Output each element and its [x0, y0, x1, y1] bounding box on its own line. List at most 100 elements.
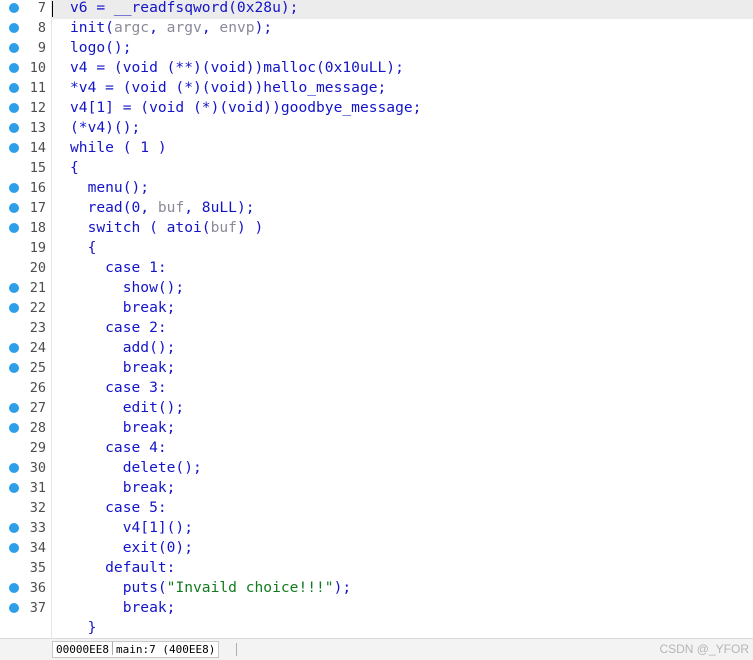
code-line[interactable]: 13 (*v4)();: [0, 119, 753, 139]
breakpoint-dot-icon[interactable]: [9, 523, 19, 533]
code-token: {: [70, 239, 97, 256]
code-line[interactable]: 8 init(argc, argv, envp);: [0, 19, 753, 39]
code-line[interactable]: 29 case 4:: [0, 439, 753, 459]
pseudocode-view[interactable]: 7 v6 = __readfsqword(0x28u); 8 init(argc, a…: [0, 0, 753, 638]
line-number: 7: [37, 0, 46, 16]
breakpoint-dot-icon[interactable]: [9, 423, 19, 433]
code-line[interactable]: 20 case 1:: [0, 259, 753, 279]
breakpoint-dot-icon[interactable]: [9, 23, 19, 33]
code-text: logo();: [70, 39, 132, 57]
breakpoint-dot-icon[interactable]: [9, 583, 19, 593]
code-token: ,: [149, 19, 167, 36]
line-number: 22: [29, 300, 46, 316]
code-token: case 3:: [70, 379, 167, 396]
breakpoint-dot-icon[interactable]: [9, 123, 19, 133]
code-text: v4[1] = (void (*)(void))goodbye_message;: [70, 99, 421, 117]
line-number: 37: [29, 600, 46, 616]
code-line[interactable]: 31 break;: [0, 479, 753, 499]
breakpoint-dot-icon[interactable]: [9, 43, 19, 53]
watermark-text: CSDN @_YFOR: [659, 642, 749, 656]
code-line[interactable]: 36 puts("Invaild choice!!!");: [0, 579, 753, 599]
code-text: v4[1]();: [70, 519, 193, 537]
code-text: break;: [70, 599, 176, 617]
line-number: 13: [29, 120, 46, 136]
code-line[interactable]: 23 case 2:: [0, 319, 753, 339]
line-number: 32: [29, 500, 46, 516]
code-text: case 5:: [70, 499, 167, 517]
line-number: 23: [29, 320, 46, 336]
code-token: show();: [70, 279, 185, 296]
breakpoint-dot-icon[interactable]: [9, 283, 19, 293]
code-token: read(0,: [70, 199, 158, 216]
code-line[interactable]: 10 v4 = (void (**)(void))malloc(0x10uLL);: [0, 59, 753, 79]
breakpoint-dot-icon[interactable]: [9, 223, 19, 233]
line-number: 14: [29, 140, 46, 156]
line-number: 29: [29, 440, 46, 456]
breakpoint-dot-icon[interactable]: [9, 403, 19, 413]
code-text: case 4:: [70, 439, 167, 457]
code-line[interactable]: 28 break;: [0, 419, 753, 439]
breakpoint-dot-icon[interactable]: [9, 343, 19, 353]
line-number: 15: [29, 160, 46, 176]
code-line[interactable]: 35 default:: [0, 559, 753, 579]
breakpoint-dot-icon[interactable]: [9, 483, 19, 493]
code-token: v6 = __readfsqword(0x28u);: [70, 0, 299, 16]
breakpoint-dot-icon[interactable]: [9, 3, 19, 13]
breakpoint-dot-icon[interactable]: [9, 203, 19, 213]
code-token: v4[1] = (void (*)(void))goodbye_message;: [70, 99, 422, 116]
code-line[interactable]: 15 {: [0, 159, 753, 179]
code-line[interactable]: 22 break;: [0, 299, 753, 319]
code-line[interactable]: 17 read(0, buf, 8uLL);: [0, 199, 753, 219]
breakpoint-dot-icon[interactable]: [9, 463, 19, 473]
code-token: while ( 1 ): [70, 139, 167, 156]
breakpoint-dot-icon[interactable]: [9, 103, 19, 113]
code-token: break;: [70, 599, 176, 616]
code-text: show();: [70, 279, 185, 297]
breakpoint-dot-icon[interactable]: [9, 143, 19, 153]
code-line[interactable]: 16 menu();: [0, 179, 753, 199]
code-line[interactable]: 32 case 5:: [0, 499, 753, 519]
breakpoint-dot-icon[interactable]: [9, 183, 19, 193]
code-line[interactable]: }: [0, 619, 753, 639]
breakpoint-dot-icon[interactable]: [9, 543, 19, 553]
code-token: break;: [70, 299, 176, 316]
code-line[interactable]: 21 show();: [0, 279, 753, 299]
status-divider: [236, 643, 237, 656]
code-line[interactable]: 34 exit(0);: [0, 539, 753, 559]
code-text: }: [70, 619, 97, 637]
code-line[interactable]: 7 v6 = __readfsqword(0x28u);: [0, 0, 753, 19]
code-line[interactable]: 37 break;: [0, 599, 753, 619]
code-token: case 5:: [70, 499, 167, 516]
line-number: 21: [29, 280, 46, 296]
code-token: break;: [70, 359, 176, 376]
code-line[interactable]: 11 *v4 = (void (*)(void))hello_message;: [0, 79, 753, 99]
breakpoint-dot-icon[interactable]: [9, 303, 19, 313]
code-text: menu();: [70, 179, 150, 197]
code-text: read(0, buf, 8uLL);: [70, 199, 255, 217]
code-text: break;: [70, 479, 176, 497]
code-text: delete();: [70, 459, 202, 477]
breakpoint-dot-icon[interactable]: [9, 63, 19, 73]
variable-token: argc: [113, 19, 150, 36]
code-token: default:: [70, 559, 176, 576]
code-line[interactable]: 27 edit();: [0, 399, 753, 419]
code-line[interactable]: 25 break;: [0, 359, 753, 379]
code-line[interactable]: 9 logo();: [0, 39, 753, 59]
code-token: break;: [70, 419, 176, 436]
code-line[interactable]: 18 switch ( atoi(buf) ): [0, 219, 753, 239]
breakpoint-dot-icon[interactable]: [9, 363, 19, 373]
code-text: init(argc, argv, envp);: [70, 19, 272, 37]
code-line[interactable]: 24 add();: [0, 339, 753, 359]
status-location-box[interactable]: 00000EE8 main:7 (400EE8): [52, 641, 220, 658]
code-line[interactable]: 14 while ( 1 ): [0, 139, 753, 159]
breakpoint-dot-icon[interactable]: [9, 603, 19, 613]
code-line[interactable]: 26 case 3:: [0, 379, 753, 399]
breakpoint-dot-icon[interactable]: [9, 83, 19, 93]
code-line[interactable]: 19 {: [0, 239, 753, 259]
code-text: exit(0);: [70, 539, 193, 557]
code-token: v4 = (void (**)(void))malloc(0x10uLL);: [70, 59, 404, 76]
code-line[interactable]: 33 v4[1]();: [0, 519, 753, 539]
code-text: add();: [70, 339, 176, 357]
code-line[interactable]: 12 v4[1] = (void (*)(void))goodbye_messag…: [0, 99, 753, 119]
code-line[interactable]: 30 delete();: [0, 459, 753, 479]
